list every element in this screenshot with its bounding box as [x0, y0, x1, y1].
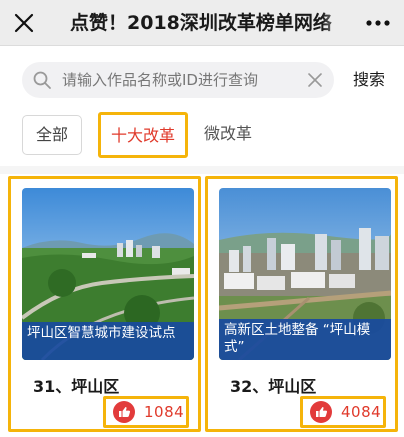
tab-all[interactable]: 全部 — [22, 115, 82, 155]
entry-caption: 坪山区智慧城市建设试点 — [22, 322, 194, 360]
like-button[interactable]: 1084 — [103, 396, 189, 428]
clear-icon[interactable] — [306, 71, 324, 89]
title-bar: 点赞！2018深圳改革榜单网络 — [0, 0, 404, 46]
like-button[interactable]: 4084 — [300, 396, 386, 428]
more-dots-icon — [366, 20, 390, 26]
entry-title: 31、坪山区 — [33, 377, 120, 396]
thumbs-up-icon — [310, 401, 332, 423]
close-icon — [14, 13, 34, 33]
divider — [0, 166, 404, 174]
entry-title: 32、坪山区 — [230, 377, 317, 396]
close-button[interactable] — [6, 5, 42, 41]
thumbs-up-icon — [113, 401, 135, 423]
like-count: 4084 — [341, 403, 382, 421]
page-title: 点赞！2018深圳改革榜单网络 — [70, 12, 332, 34]
entry-card[interactable]: 坪山区智慧城市建设试点 31、坪山区 1084 — [8, 176, 201, 432]
more-button[interactable] — [360, 5, 396, 41]
like-count: 1084 — [144, 403, 185, 421]
search-button[interactable]: 搜索 — [344, 62, 394, 98]
tab-ten-reforms[interactable]: 十大改革 — [98, 112, 188, 158]
entry-photo[interactable]: 高新区土地整备 “坪山模式” — [219, 188, 391, 360]
search-input[interactable] — [62, 62, 302, 98]
search-icon — [33, 71, 51, 89]
entry-caption: 高新区土地整备 “坪山模式” — [219, 319, 391, 360]
entry-photo[interactable]: 坪山区智慧城市建设试点 — [22, 188, 194, 360]
tab-micro-reforms[interactable]: 微改革 — [196, 115, 260, 155]
search-bar — [22, 62, 334, 98]
entry-card[interactable]: 高新区土地整备 “坪山模式” 32、坪山区 4084 — [205, 176, 398, 432]
